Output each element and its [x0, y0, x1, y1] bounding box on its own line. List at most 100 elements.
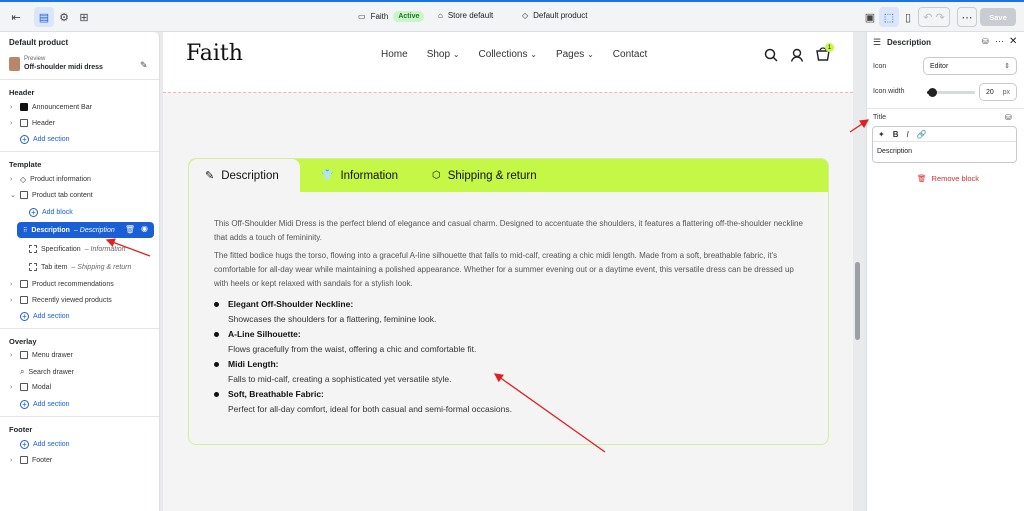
preview-scrollbar[interactable]: [855, 262, 860, 340]
italic-icon[interactable]: I: [906, 130, 908, 139]
add-block-button[interactable]: + Add block: [29, 208, 73, 217]
add-section-footer[interactable]: + Add section: [20, 440, 70, 449]
add-section-overlay[interactable]: + Add section: [20, 400, 70, 409]
box-icon: ⬡: [432, 170, 441, 181]
nav-collections[interactable]: Collections ⌄: [479, 49, 537, 60]
description-paragraph-2: The fitted bodice hugs the torso, flowin…: [214, 251, 794, 288]
more-icon[interactable]: ⋯: [995, 36, 1004, 47]
nav-label: Pages: [555, 49, 585, 60]
sections-icon[interactable]: ▤: [34, 7, 54, 27]
eye-icon[interactable]: ◉: [141, 224, 148, 233]
chevron-updown-icon: ⇕: [1004, 63, 1010, 70]
chevron-right-icon: ›: [10, 383, 13, 391]
section-modal[interactable]: › Modal: [10, 383, 51, 391]
section-footer[interactable]: › Footer: [10, 456, 52, 464]
nav-home[interactable]: Home: [381, 49, 408, 60]
theme-selector[interactable]: ▭ Faith Active: [358, 11, 425, 22]
account-icon[interactable]: [790, 48, 804, 62]
undo-redo-icon[interactable]: ↶ ↷: [918, 7, 950, 27]
section-menu-drawer[interactable]: › Menu drawer: [10, 351, 73, 359]
bullet-icon: [214, 332, 219, 337]
section-recently-viewed[interactable]: › Recently viewed products: [10, 296, 112, 304]
icon-select[interactable]: Editor ⇕: [923, 57, 1017, 75]
icon-width-input[interactable]: 20 px: [979, 83, 1017, 101]
tab-label: Shipping & return: [447, 169, 537, 182]
link-icon[interactable]: 🔗: [917, 130, 927, 139]
block-subtitle: – Shipping & return: [71, 263, 132, 271]
tab-description[interactable]: ✎ Description: [189, 159, 300, 192]
add-section-label: Add section: [33, 313, 70, 320]
section-announcement-bar[interactable]: › Announcement Bar: [10, 103, 92, 111]
add-section-template[interactable]: + Add section: [20, 312, 70, 321]
feature-item: Soft, Breathable Fabric: Perfect for all…: [214, 389, 804, 419]
plus-icon: +: [20, 400, 29, 409]
store-logo[interactable]: Faith: [186, 41, 243, 66]
close-icon[interactable]: ✕: [1009, 36, 1017, 47]
database-icon[interactable]: ⛁: [1005, 113, 1012, 122]
section-icon: [20, 351, 28, 359]
title-editor-content[interactable]: Description: [873, 142, 1016, 161]
trash-icon[interactable]: 🗑: [125, 225, 135, 234]
footer-group-title: Footer: [9, 425, 33, 434]
pencil-icon: ✎: [205, 170, 215, 182]
settings-title: Description: [887, 38, 932, 47]
save-button[interactable]: Save: [980, 8, 1016, 26]
block-tab-item[interactable]: Tab item – Shipping & return: [29, 263, 131, 271]
mobile-icon[interactable]: ▯: [898, 7, 918, 27]
bold-icon[interactable]: B: [893, 130, 899, 139]
chevron-right-icon: ›: [10, 103, 13, 111]
section-header[interactable]: › Header: [10, 119, 55, 127]
block-icon: [29, 245, 37, 253]
icon-width-label: Icon width: [873, 88, 905, 95]
add-block-label: Add block: [42, 209, 73, 216]
slider-thumb[interactable]: [927, 88, 937, 97]
feature-description: Perfect for all-day comfort, ideal for b…: [228, 404, 512, 414]
template-group-title: Template: [9, 160, 42, 169]
search-icon[interactable]: [764, 48, 778, 62]
edit-icon[interactable]: ✎: [140, 60, 148, 71]
apps-icon[interactable]: ⊞: [74, 7, 94, 27]
section-label: Recently viewed products: [32, 296, 112, 304]
divider: [0, 79, 159, 80]
tab-information[interactable]: 👕 Information: [321, 159, 398, 192]
remove-block-button[interactable]: 🗑 Remove block: [917, 174, 979, 183]
nav-contact[interactable]: Contact: [613, 49, 647, 60]
title-rich-text-editor[interactable]: ✦ B I 🔗 Description: [872, 126, 1017, 163]
section-label: Footer: [32, 456, 53, 464]
nav-pages[interactable]: Pages ⌄: [556, 49, 594, 60]
section-search-drawer[interactable]: ⌕ Search drawer: [10, 367, 74, 377]
section-product-information[interactable]: › ◇ Product information: [10, 175, 91, 184]
section-label: Announcement Bar: [32, 103, 92, 111]
add-section-header[interactable]: + Add section: [20, 135, 70, 144]
title-label: Title: [873, 114, 886, 121]
divider: [163, 92, 853, 93]
nav-shop[interactable]: Shop ⌄: [427, 49, 460, 60]
sections-panel: Default product Preview Off-shoulder mid…: [0, 32, 160, 511]
desktop-icon[interactable]: ▣: [860, 7, 880, 27]
more-icon[interactable]: ⋯: [957, 7, 977, 27]
store-selector[interactable]: ⌂ Store default: [438, 11, 493, 20]
chevron-down-icon: ⌄: [10, 192, 16, 199]
top-toolbar: ⇤ ▤ ⚙ ⊞ ▭ Faith Active ⌂ Store default ◇…: [0, 0, 1024, 32]
product-thumbnail: [9, 57, 20, 71]
nav-label: Shop: [426, 49, 451, 60]
exit-icon[interactable]: ⇤: [6, 7, 26, 27]
inspector-icon[interactable]: ⬚: [879, 7, 899, 27]
icon-width-slider[interactable]: [927, 88, 975, 97]
section-product-recommendations[interactable]: › Product recommendations: [10, 280, 114, 288]
magic-icon[interactable]: ✦: [878, 130, 885, 139]
preview-product-name: Off-shoulder midi dress: [24, 64, 103, 71]
section-label: Search drawer: [28, 368, 75, 376]
tab-shipping-return[interactable]: ⬡ Shipping & return: [432, 159, 537, 192]
icon-select-value: Editor: [930, 62, 949, 70]
icon-label: Icon: [873, 63, 887, 70]
settings-icon[interactable]: ⚙: [54, 7, 74, 27]
drag-handle-icon[interactable]: ⠿: [23, 227, 27, 234]
section-product-tab-content[interactable]: ⌄ Product tab content: [10, 191, 93, 199]
template-selector[interactable]: ◇ Default product: [522, 11, 587, 20]
divider: [0, 151, 159, 152]
template-name: Default product: [533, 11, 588, 20]
block-description[interactable]: ⠿ Description – Description 🗑 ◉: [17, 222, 154, 238]
database-icon[interactable]: ⛁: [982, 37, 989, 46]
block-specification[interactable]: Specification – Information: [29, 245, 126, 253]
